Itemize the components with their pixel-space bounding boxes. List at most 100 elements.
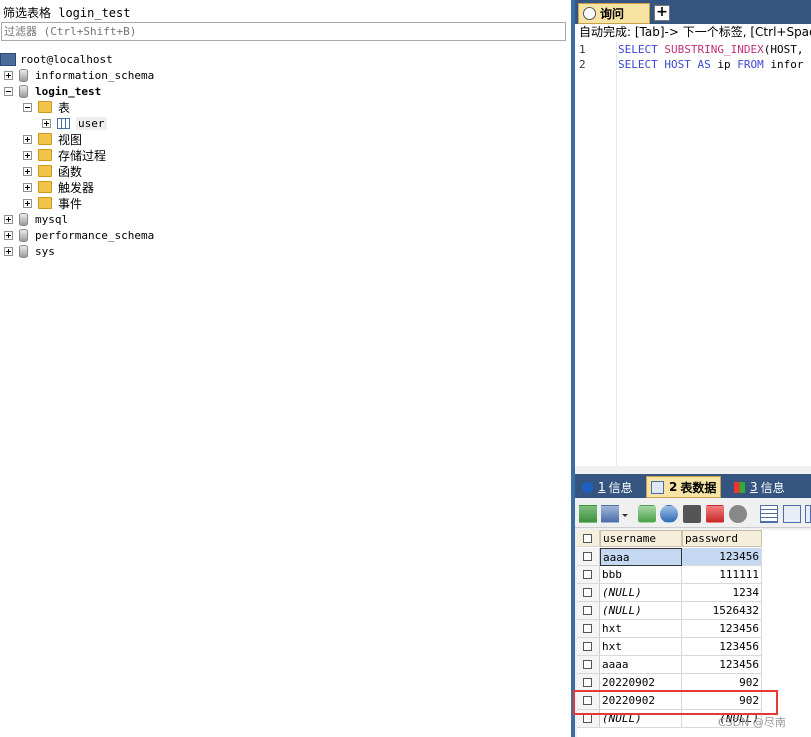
folder-icon — [38, 197, 52, 209]
delete-icon[interactable] — [706, 505, 724, 523]
code-token: SELECT — [618, 43, 665, 56]
tree-folder-label: 触发器 — [58, 180, 95, 195]
row-checkbox[interactable] — [577, 638, 600, 656]
expand-icon[interactable] — [23, 166, 32, 176]
cell-password[interactable]: 123456 — [682, 638, 762, 656]
tab-num: 3 — [750, 480, 758, 494]
cell-username[interactable]: (NULL) — [600, 584, 682, 602]
code-token: SUBSTRING_INDEX — [664, 43, 764, 56]
row-checkbox[interactable] — [577, 602, 600, 620]
tree-db-label: information_schema — [35, 68, 155, 82]
form-view-icon[interactable] — [783, 505, 801, 523]
cell-password[interactable]: 111111 — [682, 566, 762, 584]
cell-username[interactable]: bbb — [600, 566, 682, 584]
tab-query[interactable]: 询问 — [578, 3, 650, 24]
chevron-down-icon[interactable] — [620, 505, 630, 523]
tab-table-data[interactable]: 2 表数据 — [646, 476, 722, 498]
cell-username[interactable]: (NULL) — [600, 602, 682, 620]
tree-db-information-schema[interactable]: information_schema — [4, 67, 154, 83]
tree-folder-procedures[interactable]: 存储过程 — [23, 147, 106, 163]
tree-folder-label: 存储过程 — [58, 148, 107, 163]
database-icon — [19, 68, 28, 82]
row-checkbox[interactable] — [577, 566, 600, 584]
cell-username[interactable]: hxt — [600, 620, 682, 638]
expand-icon[interactable] — [4, 214, 13, 224]
code-line[interactable]: SELECT SUBSTRING_INDEX(HOST, — [618, 43, 803, 56]
collapse-icon[interactable] — [4, 86, 13, 96]
tree-table-label: user — [76, 116, 107, 130]
tree-folder-tables[interactable]: 表 — [23, 99, 70, 115]
tree-folder-events[interactable]: 事件 — [23, 195, 82, 211]
tab-num: 2 — [669, 480, 678, 494]
import-icon[interactable] — [601, 505, 619, 523]
tree-root[interactable]: root@localhost — [0, 51, 113, 67]
tree-db-performance-schema[interactable]: performance_schema — [4, 227, 154, 243]
row-checkbox[interactable] — [577, 620, 600, 638]
tab-label: 信息 — [760, 480, 785, 495]
code-token: SELECT — [618, 58, 665, 71]
object-browser-panel — [0, 0, 571, 737]
cell-password[interactable]: 1526432 — [682, 602, 762, 620]
tree-db-login-test[interactable]: login_test — [4, 83, 101, 99]
save-icon[interactable] — [683, 505, 701, 523]
tab-label: 信息 — [608, 480, 633, 495]
expand-icon[interactable] — [4, 246, 13, 256]
query-icon — [583, 7, 596, 20]
refresh-icon[interactable] — [660, 505, 678, 523]
code-line[interactable]: SELECT HOST AS ip FROM infor — [618, 58, 803, 71]
info-icon — [582, 481, 593, 493]
tree-folder-triggers[interactable]: 触发器 — [23, 179, 94, 195]
folder-icon — [38, 133, 52, 145]
folder-icon — [38, 181, 52, 193]
filter-input[interactable] — [1, 22, 566, 41]
column-header-username[interactable]: username — [600, 530, 682, 547]
cell-password[interactable]: 123456 — [682, 656, 762, 674]
row-checkbox[interactable] — [577, 656, 600, 674]
cell-password[interactable]: 1234 — [682, 584, 762, 602]
cell-password[interactable]: 123456 — [682, 620, 762, 638]
expand-icon[interactable] — [23, 198, 32, 208]
cell-password[interactable]: 123456 — [682, 548, 762, 566]
tree-folder-functions[interactable]: 函数 — [23, 163, 82, 179]
tree-root-label: root@localhost — [20, 52, 113, 66]
expand-icon[interactable] — [4, 70, 13, 80]
autocomplete-hint: 自动完成: [Tab]-> 下一个标签, [Ctrl+Space] — [575, 24, 811, 41]
cell-username[interactable]: aaaa — [600, 548, 682, 566]
code-token: (HOST, — [763, 43, 804, 56]
cell-username[interactable]: aaaa — [600, 656, 682, 674]
folder-icon — [38, 165, 52, 177]
tab-info-1[interactable]: 1 信息 — [582, 476, 633, 498]
cell-username[interactable]: hxt — [600, 638, 682, 656]
expand-icon[interactable] — [23, 134, 32, 144]
tree-folder-label: 函数 — [58, 164, 83, 179]
text-view-icon[interactable] — [805, 505, 811, 523]
expand-icon[interactable] — [42, 118, 51, 128]
new-tab-button[interactable]: + — [654, 5, 670, 21]
tab-query-label: 询问 — [600, 7, 625, 21]
database-icon — [19, 228, 28, 242]
select-all-checkbox[interactable] — [577, 530, 600, 547]
code-token: HOST — [664, 58, 698, 71]
grid-view-icon[interactable] — [760, 505, 778, 523]
add-row-icon[interactable] — [638, 505, 656, 523]
export-icon[interactable] — [579, 505, 597, 523]
expand-icon[interactable] — [23, 182, 32, 192]
tree-db-sys[interactable]: sys — [4, 243, 55, 259]
folder-icon — [38, 101, 52, 113]
tab-info-3[interactable]: 3 信息 — [734, 476, 785, 498]
tab-label: 表数据 — [680, 480, 717, 495]
collapse-icon[interactable] — [23, 102, 32, 112]
cancel-icon[interactable] — [729, 505, 747, 523]
row-checkbox[interactable] — [577, 584, 600, 602]
database-icon — [19, 84, 28, 98]
expand-icon[interactable] — [4, 230, 13, 240]
line-number: 1 — [579, 43, 586, 56]
tree-db-mysql[interactable]: mysql — [4, 211, 68, 227]
expand-icon[interactable] — [23, 150, 32, 160]
column-header-password[interactable]: password — [682, 530, 762, 547]
watermark: CSDN @尽南 — [718, 716, 786, 729]
tree-table-user[interactable]: user — [42, 115, 107, 131]
tree-folder-views[interactable]: 视图 — [23, 131, 82, 147]
row-checkbox[interactable] — [577, 548, 600, 566]
tree-folder-label: 事件 — [58, 196, 83, 211]
